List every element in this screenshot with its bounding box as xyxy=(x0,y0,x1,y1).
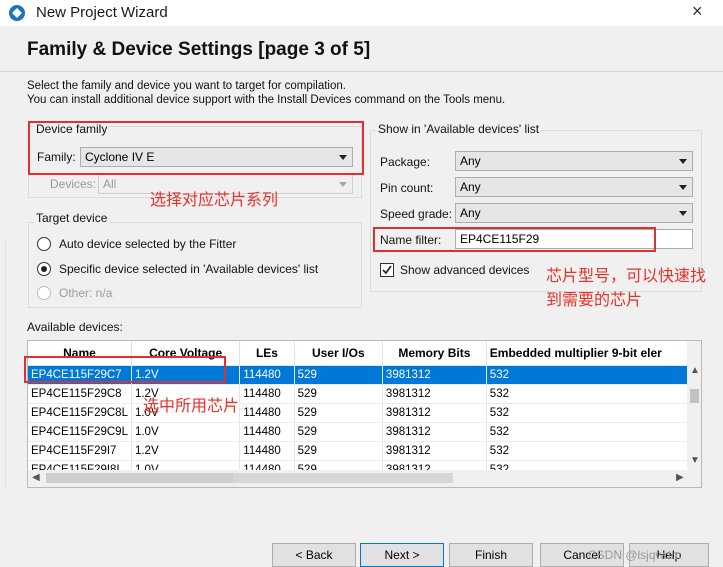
left-edge-divider xyxy=(0,240,6,490)
back-button[interactable]: < Back xyxy=(272,543,356,567)
table-cell: 529 xyxy=(294,365,383,385)
table-cell: 532 xyxy=(486,384,701,404)
available-devices-label: Available devices: xyxy=(27,320,123,334)
pin-count-label: Pin count: xyxy=(380,181,434,195)
table-row[interactable]: EP4CE115F29I7 1.2V 114480 529 3981312 53… xyxy=(28,441,701,461)
package-combo-value: Any xyxy=(460,154,481,168)
target-device-group-title: Target device xyxy=(34,211,110,225)
scroll-right-icon[interactable]: ▶ xyxy=(676,472,684,483)
table-cell: 114480 xyxy=(239,384,295,404)
table-cell: 529 xyxy=(294,422,383,442)
scroll-left-icon[interactable]: ◀ xyxy=(32,472,40,483)
family-annotation: 选择对应芯片系列 xyxy=(150,190,279,209)
vertical-scrollbar[interactable]: ▲ ▼ xyxy=(687,341,701,487)
table-cell: 114480 xyxy=(239,403,295,423)
table-cell: 532 xyxy=(486,365,701,385)
filter-annotation-line-2: 到需要的芯片 xyxy=(546,290,643,309)
table-cell: 529 xyxy=(294,384,383,404)
intro-line-1: Select the family and device you want to… xyxy=(27,80,346,92)
wizard-header: Family & Device Settings [page 3 of 5] xyxy=(0,26,723,72)
devices-combo-value: All xyxy=(103,177,117,191)
specific-device-radio[interactable] xyxy=(37,262,51,276)
column-header[interactable]: Embedded multiplier 9-bit eler xyxy=(486,341,701,366)
pin-count-combo-value: Any xyxy=(460,180,481,194)
show-advanced-label[interactable]: Show advanced devices xyxy=(400,263,529,277)
pin-count-combo[interactable]: Any xyxy=(455,177,693,197)
horizontal-scroll-thumb[interactable] xyxy=(46,473,241,483)
auto-device-radio[interactable] xyxy=(37,237,51,251)
table-cell: 529 xyxy=(294,441,383,461)
table-cell: 3981312 xyxy=(382,422,487,442)
name-filter-highlight-box xyxy=(373,227,656,252)
table-cell: 532 xyxy=(486,403,701,423)
chevron-down-icon xyxy=(679,159,687,164)
table-row[interactable]: EP4CE115F29C9L 1.0V 114480 529 3981312 5… xyxy=(28,422,701,442)
table-row[interactable]: EP4CE115F29C8 1.2V 114480 529 3981312 53… xyxy=(28,384,701,404)
intro-text: Select the family and device you want to… xyxy=(27,79,505,107)
other-device-label[interactable]: Other: n/a xyxy=(59,286,112,300)
horizontal-scrollbar[interactable]: ◀ ▶ xyxy=(28,470,701,487)
horizontal-scroll-track[interactable] xyxy=(233,473,453,483)
table-cell: 1.0V xyxy=(131,422,241,442)
table-cell: 114480 xyxy=(239,422,295,442)
device-name-cell: EP4CE115F29C8 xyxy=(28,384,132,404)
quartus-app-icon xyxy=(9,5,25,21)
device-name-cell: EP4CE115F29I7 xyxy=(28,441,132,461)
family-highlight-box xyxy=(28,121,364,175)
show-advanced-checkbox[interactable] xyxy=(380,263,394,277)
column-header[interactable]: LEs xyxy=(239,341,295,366)
speed-grade-label: Speed grade: xyxy=(380,207,453,221)
filter-annotation-line-1: 芯片型号，可以快速找 xyxy=(546,266,707,285)
finish-button[interactable]: Finish xyxy=(449,543,533,567)
speed-grade-combo[interactable]: Any xyxy=(455,203,693,223)
chevron-down-icon xyxy=(679,211,687,216)
column-header[interactable]: User I/Os xyxy=(294,341,383,366)
vertical-scroll-thumb[interactable] xyxy=(690,389,699,403)
checkmark-icon xyxy=(382,265,392,275)
chevron-down-icon xyxy=(679,185,687,190)
device-name-cell: EP4CE115F29C9L xyxy=(28,422,132,442)
intro-line-2: You can install additional device suppor… xyxy=(27,94,506,106)
table-cell: 1.2V xyxy=(131,441,241,461)
table-cell: 532 xyxy=(486,441,701,461)
table-cell: 532 xyxy=(486,422,701,442)
device-name-cell: EP4CE115F29C8L xyxy=(28,403,132,423)
scroll-up-icon[interactable]: ▲ xyxy=(690,365,700,376)
title-bar: New Project Wizard × xyxy=(0,0,723,26)
selected-device-highlight-box xyxy=(24,356,226,383)
table-cell: 529 xyxy=(294,403,383,423)
window-title: New Project Wizard xyxy=(36,4,168,21)
page-title: Family & Device Settings [page 3 of 5] xyxy=(27,39,371,60)
close-icon[interactable]: × xyxy=(692,1,703,22)
column-header[interactable]: Memory Bits xyxy=(382,341,487,366)
specific-device-label[interactable]: Specific device selected in 'Available d… xyxy=(59,262,318,276)
row-annotation: 选中所用芯片 xyxy=(143,396,240,415)
auto-device-label[interactable]: Auto device selected by the Fitter xyxy=(59,237,236,251)
show-in-list-group-title: Show in 'Available devices' list xyxy=(376,122,542,136)
chevron-down-icon xyxy=(339,182,347,187)
other-device-radio[interactable] xyxy=(37,286,51,300)
table-cell: 3981312 xyxy=(382,403,487,423)
package-label: Package: xyxy=(380,155,431,169)
next-button[interactable]: Next > xyxy=(360,543,444,567)
devices-label: Devices: xyxy=(50,177,97,191)
package-combo[interactable]: Any xyxy=(455,151,693,171)
speed-grade-combo-value: Any xyxy=(460,206,481,220)
table-cell: 3981312 xyxy=(382,384,487,404)
watermark: CSDN @lsjqwdm xyxy=(588,548,681,562)
scroll-down-icon[interactable]: ▼ xyxy=(690,455,700,466)
table-row[interactable]: EP4CE115F29C8L 1.0V 114480 529 3981312 5… xyxy=(28,403,701,423)
table-cell: 114480 xyxy=(239,365,295,385)
table-cell: 114480 xyxy=(239,441,295,461)
table-cell: 3981312 xyxy=(382,441,487,461)
table-cell: 3981312 xyxy=(382,365,487,385)
